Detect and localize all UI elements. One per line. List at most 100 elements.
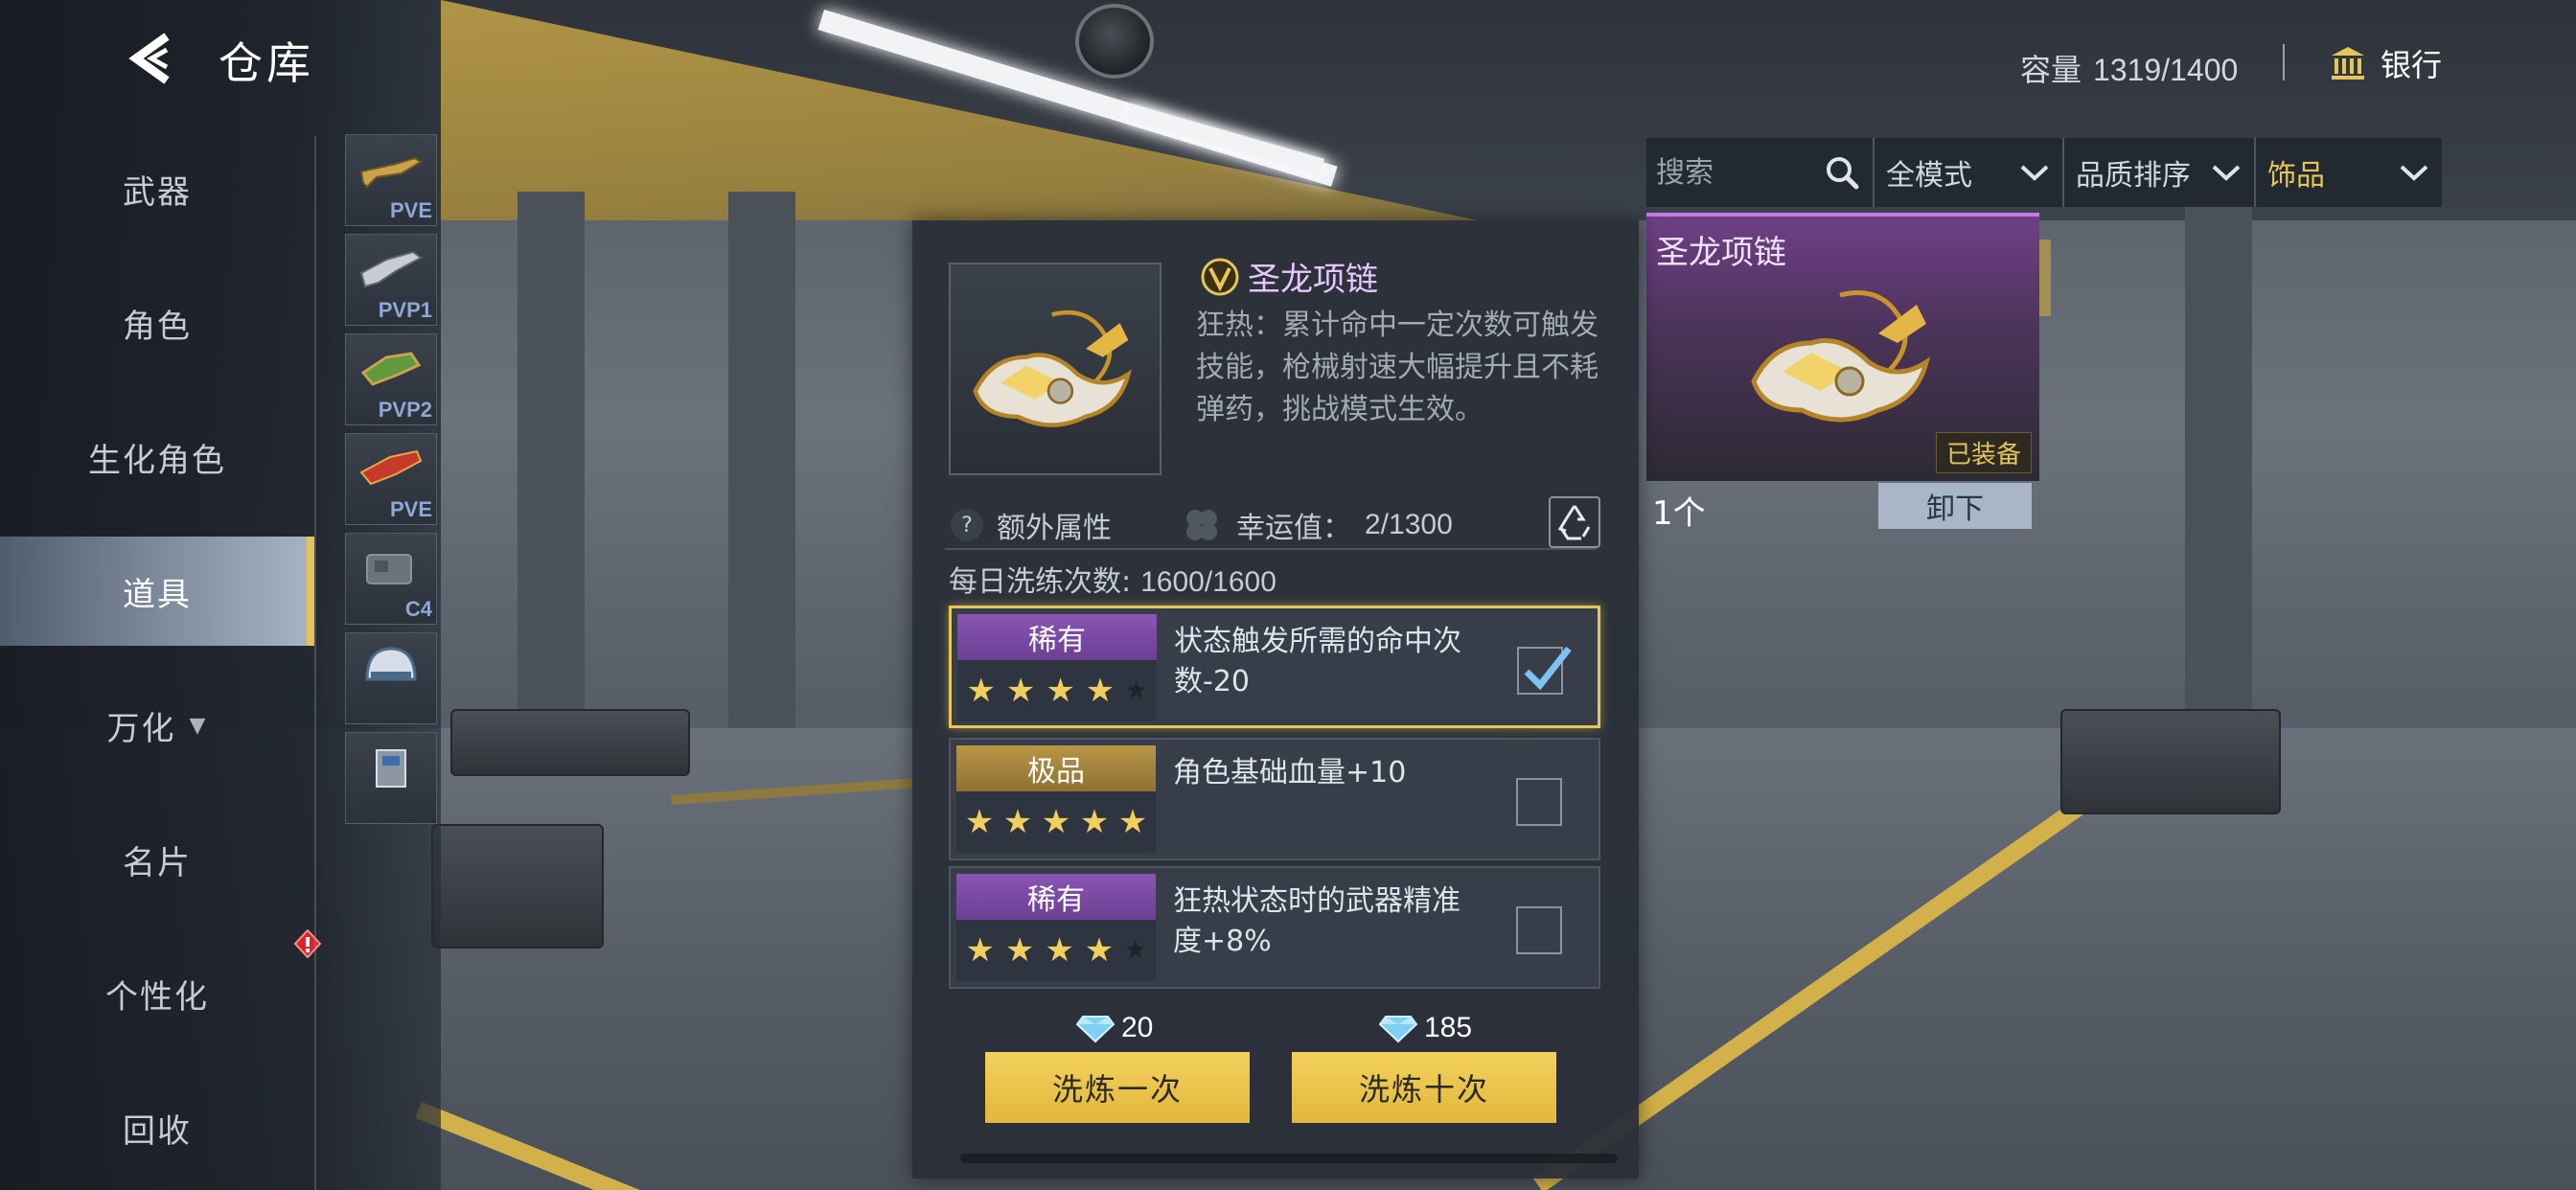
star-icon: ★ xyxy=(1084,931,1115,970)
question-icon: ? xyxy=(951,509,983,541)
subcategory-device[interactable] xyxy=(345,732,437,824)
nav-label: 个性化 xyxy=(105,977,209,1017)
chevron-down-icon xyxy=(2212,165,2241,181)
subcategory-tag: PVE xyxy=(389,497,432,521)
recycle-icon xyxy=(1557,505,1591,540)
crate xyxy=(2060,709,2281,814)
bank-label: 银行 xyxy=(2380,47,2443,83)
rarity-label: 稀有 xyxy=(956,874,1156,920)
daily-label: 每日洗练次数: xyxy=(949,565,1132,599)
attribute-row[interactable]: 稀有 ★ ★ ★ ★ ★ 狂热状态时的武器精准度+8% xyxy=(949,866,1600,989)
c4-explosive-icon xyxy=(366,554,412,584)
rarity-block: 稀有 ★ ★ ★ ★ ★ xyxy=(957,614,1157,721)
star-icon: ★ xyxy=(965,931,995,970)
bank-icon xyxy=(2332,47,2364,80)
refine-ten-cost: 185 xyxy=(1378,1012,1472,1044)
diamond-icon xyxy=(1378,1016,1418,1043)
nav-divider xyxy=(314,136,316,1190)
subcategory-pve-2[interactable]: PVE xyxy=(345,433,437,525)
lock-checkbox[interactable] xyxy=(1516,778,1562,826)
star-icon: ★ xyxy=(1085,672,1116,710)
equipped-badge: 已装备 xyxy=(1935,432,2032,473)
star-icon: ★ xyxy=(1002,803,1033,841)
star-icon: ★ xyxy=(1079,803,1110,841)
rarity-label: 稀有 xyxy=(957,614,1157,660)
cost-value: 185 xyxy=(1424,1012,1473,1043)
capacity-label: 容量 xyxy=(2020,52,2082,88)
nav-item-weapons[interactable]: 武器 xyxy=(0,134,314,243)
category-dropdown[interactable]: 饰品 xyxy=(2254,138,2442,207)
star-icon: ★ xyxy=(1004,931,1035,970)
search-input[interactable] xyxy=(1656,155,1819,190)
equipped-item-name: 圣龙项链 xyxy=(1656,234,1786,272)
weapon-thumbnail-icon xyxy=(359,250,423,288)
category-value: 饰品 xyxy=(2267,159,2325,193)
subcategory-c4[interactable]: C4 xyxy=(345,533,437,625)
crate xyxy=(431,824,604,949)
rarity-block: 稀有 ★ ★ ★ ★ ★ xyxy=(956,874,1156,981)
nav-item-personalize[interactable]: 个性化 xyxy=(0,939,314,1048)
nav-item-transform[interactable]: 万化 ▼ xyxy=(0,671,314,780)
star-rating: ★ ★ ★ ★ ★ xyxy=(957,660,1157,721)
star-icon: ★ xyxy=(1041,803,1071,841)
attribute-text: 角色基础血量+10 xyxy=(1173,756,1407,790)
daily-value: 1600/1600 xyxy=(1140,566,1276,598)
attribute-row[interactable]: 极品 ★ ★ ★ ★ ★ 角色基础血量+10 xyxy=(949,738,1600,860)
attribute-text: 状态触发所需的命中次数-20 xyxy=(1174,625,1461,698)
item-name: 圣龙项链 xyxy=(1248,261,1378,299)
nav-item-namecard[interactable]: 名片 xyxy=(0,805,314,914)
mode-dropdown[interactable]: 全模式 xyxy=(1873,138,2062,207)
sort-value: 品质排序 xyxy=(2076,159,2191,193)
star-icon: ★ xyxy=(1045,931,1074,970)
refine-once-cost: 20 xyxy=(1075,1012,1153,1044)
search-icon[interactable] xyxy=(1825,155,1859,190)
item-title: 圣龙项链 xyxy=(1200,253,1378,300)
daily-refine-count: 每日洗练次数: 1600/1600 xyxy=(949,558,1276,600)
attribute-row[interactable]: 稀有 ★ ★ ★ ★ ★ 状态触发所需的命中次数-20 xyxy=(949,606,1600,728)
subcategory-pvp2[interactable]: PVP2 xyxy=(345,333,437,425)
weapon-thumbnail-icon xyxy=(360,352,422,386)
luck-value: 2/1300 xyxy=(1365,509,1453,540)
nav-label: 生化角色 xyxy=(88,441,226,480)
diamond-icon xyxy=(1075,1016,1116,1043)
refine-once-button[interactable]: 洗炼一次 xyxy=(985,1052,1250,1123)
panel-scrollbar[interactable] xyxy=(960,1154,1618,1163)
nav-item-recycle[interactable]: 回收 xyxy=(0,1073,314,1182)
subcategory-tag: C4 xyxy=(404,597,432,621)
filter-bar: 全模式 品质排序 饰品 xyxy=(1646,138,2442,207)
dragon-necklace-icon xyxy=(1751,290,1930,423)
bank-button[interactable]: 银行 xyxy=(2329,40,2442,86)
nav-item-props[interactable]: 道具 xyxy=(0,537,314,646)
subcategory-pvp1[interactable]: PVP1 xyxy=(345,234,437,326)
extra-attributes-help[interactable]: ? 额外属性 xyxy=(951,504,1112,546)
nav-item-characters[interactable]: 角色 xyxy=(0,268,314,378)
page-title: 仓库 xyxy=(218,37,314,89)
back-button[interactable] xyxy=(125,31,182,86)
extra-attr-label: 额外属性 xyxy=(997,512,1112,545)
subcategory-tag: PVE xyxy=(389,198,432,222)
star-empty-icon: ★ xyxy=(1125,676,1148,705)
star-icon: ★ xyxy=(1117,803,1148,841)
search-box xyxy=(1646,138,1873,207)
checkmark-icon xyxy=(1524,646,1572,691)
left-navigation: 武器 角色 生化角色 道具 万化 ▼ 名片 个性化 回收 PVE PVP1 PVP… xyxy=(0,0,441,1190)
unequip-button[interactable]: 卸下 xyxy=(1878,483,2032,529)
lock-checkbox[interactable] xyxy=(1516,906,1562,954)
sort-dropdown[interactable]: 品质排序 xyxy=(2062,138,2254,207)
item-image-frame xyxy=(949,263,1162,475)
subcategory-pve[interactable]: PVE xyxy=(345,134,437,226)
nav-item-bio-characters[interactable]: 生化角色 xyxy=(0,402,314,512)
nav-label: 道具 xyxy=(123,575,192,614)
header-divider xyxy=(2283,44,2285,80)
equipped-item-card[interactable]: 圣龙项链 已装备 xyxy=(1646,213,2039,481)
star-icon: ★ xyxy=(1005,672,1036,710)
luck-label: 幸运值： xyxy=(1236,512,1351,545)
subcategory-helmet[interactable] xyxy=(345,632,437,724)
caret-down-icon: ▼ xyxy=(189,713,208,738)
item-description: 狂热：累计命中一定次数可触发技能，枪械射速大幅提升且不耗弹药，挑战模式生效。 xyxy=(1196,309,1598,426)
lock-checkbox[interactable] xyxy=(1517,646,1572,695)
pillar xyxy=(2185,192,2252,728)
refine-ten-button[interactable]: 洗炼十次 xyxy=(1292,1052,1556,1123)
recycle-button[interactable] xyxy=(1549,496,1600,548)
capacity-display: 容量 1319/1400 xyxy=(2020,46,2238,90)
